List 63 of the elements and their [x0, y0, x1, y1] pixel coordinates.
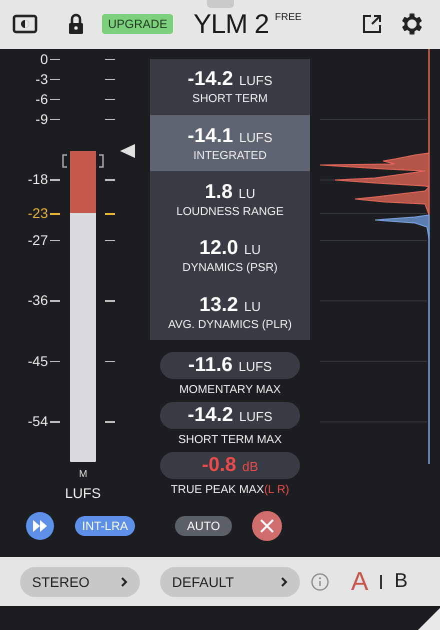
reading-label: DYNAMICS (PSR): [182, 262, 278, 274]
close-button[interactable]: [252, 510, 282, 541]
fast-forward-button[interactable]: [26, 512, 54, 540]
pointer-icon: [120, 144, 135, 158]
reading-label: SHORT TERM: [192, 93, 268, 106]
resize-grip-icon[interactable]: [418, 608, 440, 630]
scale-label: -9: [36, 112, 48, 126]
upgrade-badge[interactable]: UPGRADE: [102, 14, 174, 34]
unit-label: LUFS: [65, 484, 101, 500]
max-unit: LUFS: [238, 359, 272, 374]
reading-value: -14.1: [188, 124, 234, 148]
preset-select[interactable]: DEFAULT: [160, 566, 300, 596]
scale-label: -36: [28, 293, 48, 308]
bracket-icon: [62, 154, 68, 168]
reading-row[interactable]: -14.2 LUFS SHORT TERM: [150, 58, 310, 115]
ab-toggle[interactable]: B: [394, 570, 408, 593]
reading-row[interactable]: 13.2 LU AVG. DYNAMICS (PLR): [150, 284, 310, 340]
reading-unit: LUFS: [239, 130, 272, 145]
lock-icon[interactable]: [68, 13, 84, 36]
external-link-icon[interactable]: [362, 14, 382, 34]
fast-forward-icon: [32, 520, 48, 532]
reading-unit: LU: [244, 242, 261, 258]
scale-label: -23: [28, 206, 48, 220]
scale-label: -54: [28, 414, 48, 428]
reading-unit: LU: [244, 298, 261, 314]
reading-unit: LU: [238, 186, 256, 201]
chevron-icon: [281, 576, 288, 586]
drag-handle[interactable]: [207, 0, 234, 8]
reading-row[interactable]: -14.1 LUFS INTEGRATED: [150, 114, 310, 172]
reading-value: 12.0: [199, 237, 238, 260]
scale-label: 0: [40, 52, 48, 66]
auto-button[interactable]: AUTO: [175, 516, 232, 536]
chevron-icon: [121, 576, 128, 586]
reading-unit: LUFS: [239, 73, 272, 88]
channel-label: M: [79, 468, 88, 480]
scale-label: -18: [28, 172, 48, 186]
max-label: SHORT TERM MAX: [178, 434, 282, 446]
reading-label: INTEGRATED: [193, 150, 267, 162]
max-value: -0.8: [202, 454, 236, 478]
display-icon[interactable]: [12, 13, 38, 36]
reading-value: 13.2: [199, 294, 238, 317]
edition-label: FREE: [274, 12, 302, 23]
channel-select[interactable]: STEREO: [20, 566, 140, 596]
max-unit: dB: [242, 459, 258, 474]
scale-label: -3: [36, 72, 48, 86]
max-value: -11.6: [188, 354, 233, 378]
reading-value: -14.2: [188, 68, 234, 92]
close-icon: [260, 518, 274, 533]
app-title: YLM 2: [193, 8, 269, 40]
bracket-icon: [98, 154, 104, 168]
scale-label: -6: [36, 92, 48, 106]
max-label: TRUE PEAK MAX(L R): [170, 484, 290, 496]
scale-label: -27: [28, 232, 48, 247]
max-label: MOMENTARY MAX: [179, 384, 281, 396]
max-unit: LUFS: [239, 409, 272, 424]
reading-label: AVG. DYNAMICS (PLR): [168, 318, 292, 331]
scale-label: -45: [28, 354, 48, 368]
max-value: -14.2: [188, 404, 234, 428]
reading-row[interactable]: 12.0 LU DYNAMICS (PSR): [150, 228, 310, 284]
reading-value: 1.8: [204, 180, 233, 204]
reading-row[interactable]: 1.8 LU LOUDNESS RANGE: [150, 171, 310, 228]
reading-label: LOUDNESS RANGE: [176, 206, 284, 218]
info-icon[interactable]: [311, 572, 329, 590]
